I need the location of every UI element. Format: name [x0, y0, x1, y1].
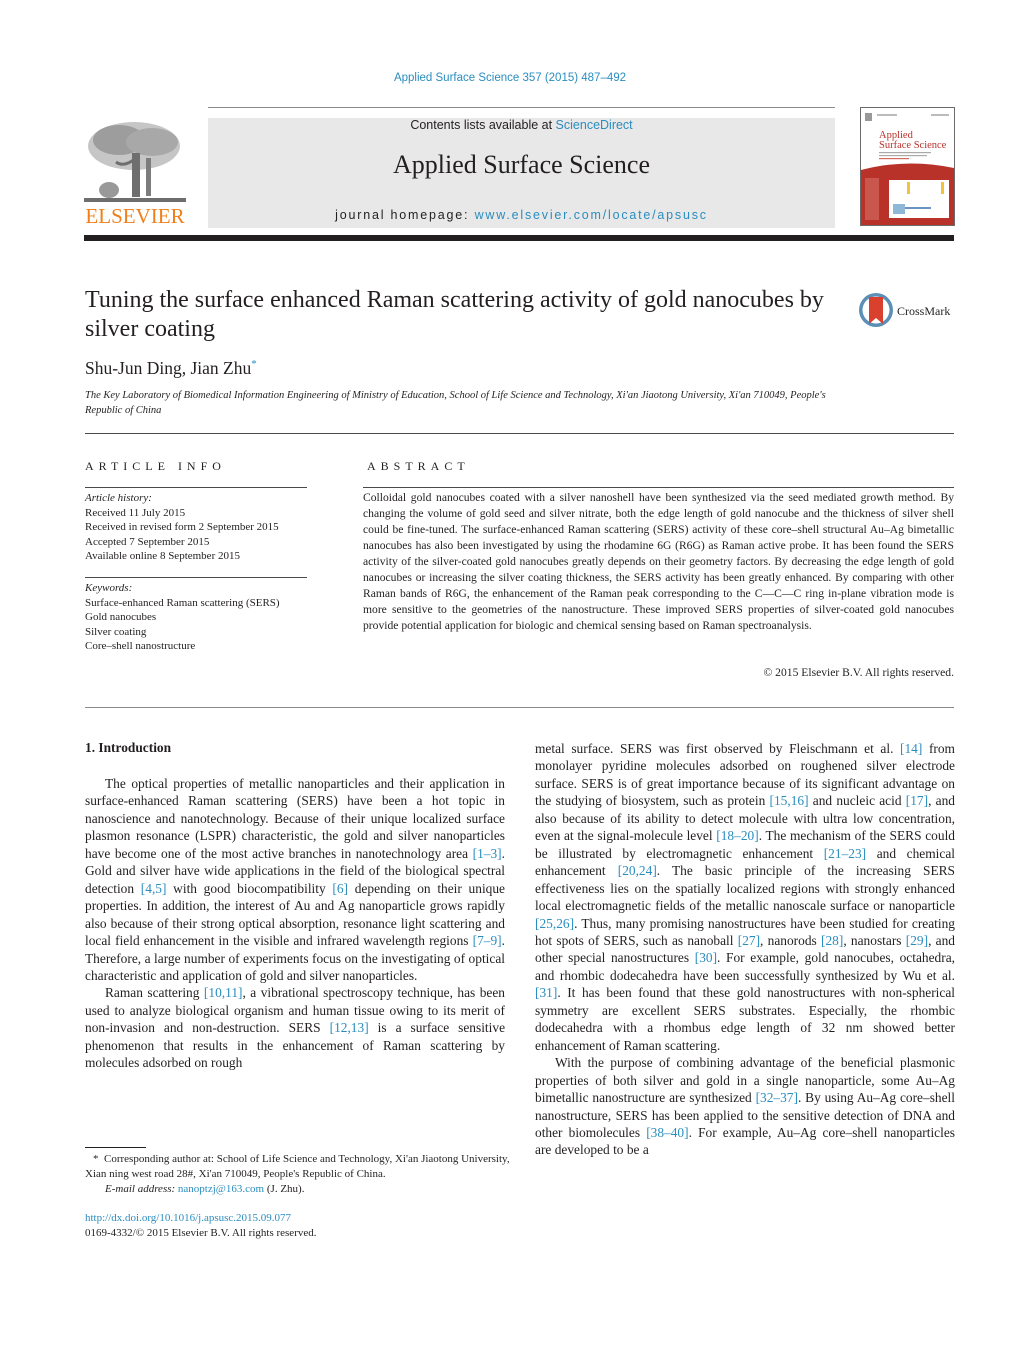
cover-title-2: Surface Science	[879, 140, 947, 151]
keywords-label: Keywords:	[85, 582, 133, 594]
body-divider	[85, 707, 954, 708]
homepage-line: journal homepage: www.elsevier.com/locat…	[208, 208, 835, 222]
paragraph-text: and nucleic acid	[808, 793, 906, 809]
keyword-item: Surface-enhanced Raman scattering (SERS)	[85, 596, 280, 609]
email-link[interactable]: nanoptzj@163.com	[178, 1183, 264, 1195]
paragraph-text: The optical properties of metallic nanop…	[85, 776, 505, 861]
reference-link[interactable]: [10,11]	[204, 985, 243, 1000]
journal-cover-thumbnail[interactable]: Applied Surface Science	[860, 107, 955, 226]
email-label: E-mail address:	[105, 1183, 178, 1195]
elsevier-wordmark: ELSEVIER	[85, 204, 185, 228]
keyword-item: Core–shell nanostructure	[85, 640, 196, 652]
section-divider	[85, 433, 954, 434]
reference-link[interactable]: [1–3]	[473, 846, 502, 861]
history-item: Available online 8 September 2015	[85, 550, 240, 562]
doi-block: http://dx.doi.org/10.1016/j.apsusc.2015.…	[85, 1211, 317, 1241]
reference-link[interactable]: [20,24]	[618, 863, 657, 878]
reference-link[interactable]: [25,26]	[535, 916, 574, 931]
homepage-link[interactable]: www.elsevier.com/locate/apsusc	[475, 208, 708, 222]
body-paragraph: metal surface. SERS was first observed b…	[535, 740, 955, 1054]
reference-link[interactable]: [7–9]	[473, 933, 502, 948]
body-column-right: metal surface. SERS was first observed b…	[535, 740, 955, 1159]
body-paragraph: Raman scattering [10,11], a vibrational …	[85, 984, 505, 1071]
reference-link[interactable]: [4,5]	[141, 881, 167, 896]
article-title: Tuning the surface enhanced Raman scatte…	[85, 287, 824, 342]
author-list: Shu-Jun Ding, Jian Zhu*	[85, 358, 257, 379]
homepage-prefix: journal homepage:	[335, 208, 475, 222]
keywords: Keywords: Surface-enhanced Raman scatter…	[85, 581, 280, 654]
email-suffix: (J. Zhu).	[264, 1183, 305, 1195]
reference-link[interactable]: [21–23]	[824, 846, 866, 861]
elsevier-tree-icon	[84, 118, 186, 206]
paragraph-text: Raman scattering	[105, 985, 204, 1001]
reference-link[interactable]: [27]	[738, 933, 760, 948]
body-column-left: The optical properties of metallic nanop…	[85, 775, 505, 1072]
crossmark-label: CrossMark	[897, 304, 950, 318]
history-item: Received in revised form 2 September 201…	[85, 521, 279, 533]
abstract-divider	[363, 487, 954, 488]
body-paragraph: The optical properties of metallic nanop…	[85, 775, 505, 984]
reference-link[interactable]: [32–37]	[756, 1090, 798, 1105]
crossmark-icon: CrossMark	[859, 293, 950, 327]
history-label: Article history:	[85, 492, 152, 504]
reference-link[interactable]: [17]	[906, 793, 928, 808]
footnote: * Corresponding author at: School of Lif…	[85, 1152, 510, 1197]
elsevier-logo: ELSEVIER	[84, 118, 186, 228]
reference-link[interactable]: [28]	[821, 933, 843, 948]
journal-banner: Contents lists available at ScienceDirec…	[208, 118, 835, 228]
crossmark-button[interactable]: CrossMark	[858, 291, 958, 331]
paragraph-text: with good biocompatibility	[166, 880, 333, 896]
reference-link[interactable]: [18–20]	[716, 828, 758, 843]
doi-link[interactable]: http://dx.doi.org/10.1016/j.apsusc.2015.…	[85, 1211, 317, 1226]
contents-prefix: Contents lists available at	[410, 118, 556, 132]
contents-line: Contents lists available at ScienceDirec…	[208, 118, 835, 132]
keyword-item: Gold nanocubes	[85, 611, 157, 623]
reference-link[interactable]: [29]	[906, 933, 928, 948]
section-heading-introduction: 1. Introduction	[85, 740, 172, 755]
journal-citation-link[interactable]: Applied Surface Science 357 (2015) 487–4…	[0, 72, 1020, 84]
footnote-mark: *	[93, 1153, 99, 1165]
reference-link[interactable]: [38–40]	[646, 1125, 688, 1140]
paragraph-text: , nanostars	[843, 932, 906, 948]
reference-link[interactable]: [14]	[900, 741, 922, 756]
article-info-heading: ARTICLE INFO	[85, 459, 226, 473]
issn-line: 0169-4332/© 2015 Elsevier B.V. All right…	[85, 1227, 317, 1239]
authors: Shu-Jun Ding, Jian Zhu	[85, 358, 252, 378]
reference-link[interactable]: [15,16]	[770, 793, 809, 808]
keywords-divider	[85, 577, 307, 578]
history-item: Received 11 July 2015	[85, 506, 186, 519]
paragraph-text: , nanorods	[760, 932, 821, 948]
keyword-item: Silver coating	[85, 625, 147, 638]
body-paragraph: With the purpose of combining advantage …	[535, 1054, 955, 1159]
reference-link[interactable]: [30]	[695, 950, 717, 965]
reference-link[interactable]: [6]	[332, 881, 348, 896]
email-line: E-mail address: nanoptzj@163.com (J. Zhu…	[85, 1182, 510, 1197]
journal-cover-image: Applied Surface Science	[861, 108, 954, 225]
reference-link[interactable]: [31]	[535, 985, 557, 1000]
reference-link[interactable]: [12,13]	[330, 1020, 369, 1035]
journal-title: Applied Surface Science	[392, 150, 650, 179]
article-history: Article history: Received 11 July 2015 R…	[85, 491, 279, 564]
history-item: Accepted 7 September 2015	[85, 535, 210, 548]
corresponding-footnote: * Corresponding author at: School of Lif…	[85, 1152, 510, 1182]
header-divider	[208, 107, 835, 108]
paragraph-text: metal surface. SERS was first observed b…	[535, 741, 901, 756]
corresponding-author-mark[interactable]: *	[251, 358, 257, 370]
footnote-divider	[85, 1147, 146, 1148]
abstract-heading: ABSTRACT	[367, 459, 470, 473]
corresponding-text: Corresponding author at: School of Life …	[85, 1153, 510, 1180]
sciencedirect-link[interactable]: ScienceDirect	[556, 118, 633, 132]
abstract-text: Colloidal gold nanocubes coated with a s…	[363, 491, 954, 632]
paragraph-text: . It has been found that these gold nano…	[535, 985, 955, 1053]
header-thick-rule	[84, 235, 954, 241]
abstract-copyright: © 2015 Elsevier B.V. All rights reserved…	[763, 666, 954, 679]
affiliation: The Key Laboratory of Biomedical Informa…	[85, 390, 826, 416]
article-info-divider	[85, 487, 307, 488]
